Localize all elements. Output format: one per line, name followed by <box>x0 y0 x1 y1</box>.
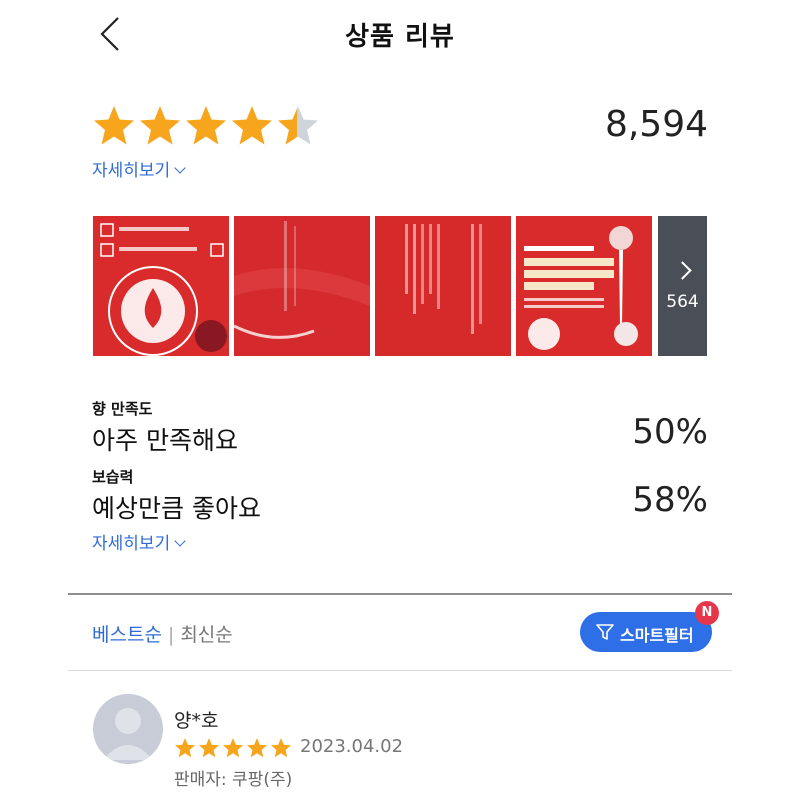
survey-item: 향 만족도 아주 만족해요 50% <box>92 398 708 457</box>
reviewer-name: 양*호 <box>174 710 219 732</box>
star-icon <box>223 738 243 758</box>
review-photo[interactable] <box>516 216 652 356</box>
star-icon <box>232 106 272 145</box>
rating-summary: 8,594 <box>92 100 708 156</box>
user-icon <box>103 708 153 760</box>
rating-details-link[interactable]: 자세히보기 <box>92 156 186 181</box>
survey-item: 보습력 예상만큼 좋아요 58% <box>92 466 708 525</box>
chevron-down-icon <box>174 535 186 547</box>
half-star-icon <box>278 106 318 145</box>
chevron-down-icon <box>174 162 186 174</box>
more-photos-count: 564 <box>666 292 699 312</box>
new-badge: N <box>695 601 719 625</box>
star-icon <box>186 106 226 145</box>
survey-percent: 50% <box>632 412 708 452</box>
star-icon <box>271 738 291 758</box>
filter-icon <box>596 623 614 645</box>
review-photo[interactable] <box>375 216 511 356</box>
rating-stars <box>92 104 322 154</box>
star-icon <box>175 738 195 758</box>
section-divider <box>68 593 732 595</box>
survey-percent: 58% <box>632 480 708 520</box>
review-photo-strip: 564 <box>93 216 707 356</box>
sort-latest[interactable]: 최신순 <box>180 624 232 646</box>
smart-filter-label: 스마트필터 <box>620 626 694 645</box>
survey-details-link[interactable]: 자세히보기 <box>92 529 186 554</box>
sort-separator: | <box>167 624 175 646</box>
smart-filter-button[interactable]: 스마트필터 <box>580 612 712 652</box>
header-bar: 상품 리뷰 <box>0 0 800 70</box>
star-icon <box>247 738 267 758</box>
review-rating-stars <box>174 737 296 763</box>
details-link-label: 자세히보기 <box>92 534 171 554</box>
avatar[interactable] <box>93 694 163 764</box>
survey-question: 향 만족도 <box>92 400 153 418</box>
details-link-label: 자세히보기 <box>92 161 171 181</box>
review-photo[interactable] <box>234 216 370 356</box>
survey-answer: 예상만큼 좋아요 <box>92 494 261 523</box>
review-count: 8,594 <box>604 104 708 145</box>
page-title: 상품 리뷰 <box>345 22 455 52</box>
star-icon <box>94 106 134 145</box>
survey-answer: 아주 만족해요 <box>92 426 238 455</box>
seller-info: 판매자: 쿠팡(주) <box>174 770 293 790</box>
review-date: 2023.04.02 <box>300 736 404 757</box>
sort-options: 베스트순 | 최신순 <box>92 620 233 647</box>
review-photo[interactable] <box>93 216 229 356</box>
star-icon <box>140 106 180 145</box>
sort-best[interactable]: 베스트순 <box>92 624 162 646</box>
more-photos-button[interactable]: 564 <box>658 216 707 356</box>
chevron-right-icon <box>673 261 692 280</box>
section-divider <box>68 670 732 671</box>
star-icon <box>199 738 219 758</box>
survey-question: 보습력 <box>92 468 134 486</box>
